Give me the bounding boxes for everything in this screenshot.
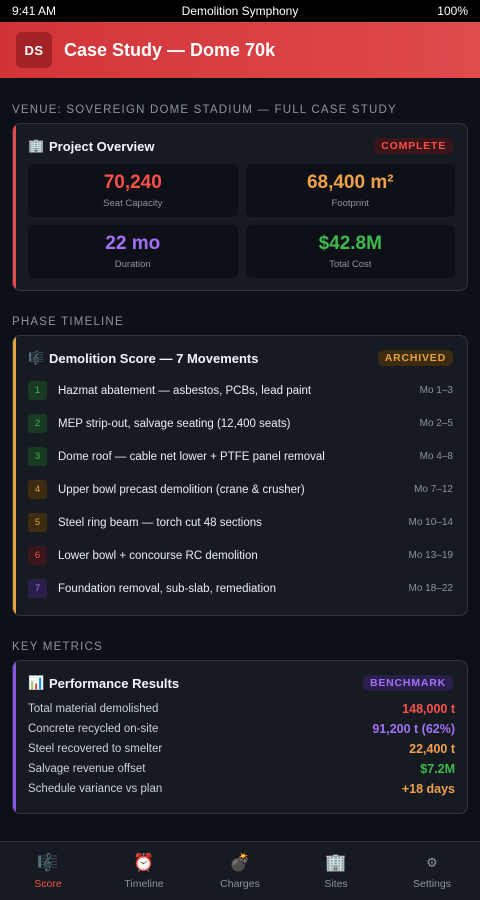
venue-label: Venue: Sovereign Dome Stadium — Full Cas… <box>12 104 397 116</box>
demolition-score-title: 🎼 Demolition Score — 7 Movements <box>28 350 259 366</box>
performance-results-card: 📊 Performance Results BENCHMARK Total ma… <box>12 660 468 814</box>
tab-label: Settings <box>413 877 451 890</box>
stat-value: $42.8M <box>318 233 382 254</box>
phase-description: Lower bowl + concourse RC demolition <box>58 549 258 562</box>
stat-value: 22 mo <box>105 233 161 254</box>
bomb-icon: 💣 <box>229 852 251 872</box>
phase-description: Dome roof — cable net lower + PTFE panel… <box>58 450 325 463</box>
phase-row[interactable]: 2 MEP strip-out, salvage seating (12,400… <box>28 407 453 440</box>
stat-seat-capacity: 70,240 Seat Capacity <box>28 164 238 217</box>
metric-label: Salvage revenue offset <box>28 763 146 775</box>
tab-label: Charges <box>220 877 260 890</box>
tab-sites[interactable]: 🏢 Sites <box>288 842 384 900</box>
tab-timeline[interactable]: ⏰ Timeline <box>96 842 192 900</box>
phase-months: Mo 18–22 <box>408 583 453 594</box>
stat-total-cost: $42.8M Total Cost <box>245 225 455 278</box>
phase-number: 4 <box>28 480 47 499</box>
metric-value: $7.2M <box>420 762 455 776</box>
status-battery: 100% <box>437 4 468 18</box>
metrics-list: Total material demolished 148,000 t Conc… <box>13 697 467 813</box>
phase-months: Mo 10–14 <box>408 517 453 528</box>
archived-badge: ARCHIVED <box>377 350 453 366</box>
phase-row[interactable]: 5 Steel ring beam — torch cut 48 section… <box>28 506 453 539</box>
tab-settings[interactable]: ⚙ Settings <box>384 842 480 900</box>
building-icon: 🏢 <box>325 852 347 872</box>
phase-number: 5 <box>28 513 47 532</box>
stat-value: 70,240 <box>103 172 162 193</box>
tab-label: Sites <box>324 877 348 890</box>
phase-description: Foundation removal, sub-slab, remediatio… <box>58 582 276 595</box>
tab-bar: 🎼 Score ⏰ Timeline 💣 Charges 🏢 Sites ⚙ S… <box>0 841 480 900</box>
phase-number: 3 <box>28 447 47 466</box>
metric-value: 91,200 t (62%) <box>372 722 455 736</box>
phase-description: Hazmat abatement — asbestos, PCBs, lead … <box>58 384 312 397</box>
status-time: 9:41 AM <box>12 4 57 18</box>
stat-label: Seat Capacity <box>103 198 163 209</box>
demolition-score-card: 🎼 Demolition Score — 7 Movements ARCHIVE… <box>12 335 468 616</box>
phase-number: 1 <box>28 381 47 400</box>
status-bar: 9:41 AM Demolition Symphony 100% <box>0 0 480 22</box>
tab-label: Timeline <box>124 877 164 890</box>
metric-value: +18 days <box>401 782 455 796</box>
main-content: Venue: Sovereign Dome Stadium — Full Cas… <box>0 104 480 814</box>
project-overview-card: 🏢 Project Overview COMPLETE 70,240 Seat … <box>12 123 468 291</box>
phase-months: Mo 2–5 <box>419 418 453 429</box>
phase-months: Mo 13–19 <box>408 550 453 561</box>
stat-value: 68,400 m² <box>306 172 394 193</box>
tab-label: Score <box>34 877 62 890</box>
page-title: Case Study — Dome 70k <box>64 39 276 60</box>
app-header: DS Case Study — Dome 70k <box>0 22 480 78</box>
metric-row: Steel recovered to smelter 22,400 t <box>28 739 455 759</box>
music-score-icon: 🎼 <box>28 350 45 365</box>
phase-months: Mo 4–8 <box>419 451 453 462</box>
stat-label: Total Cost <box>329 259 372 270</box>
status-title: Demolition Symphony <box>181 4 299 18</box>
score-icon: 🎼 <box>37 852 59 872</box>
phase-description: MEP strip-out, salvage seating (12,400 s… <box>58 417 291 430</box>
phase-row[interactable]: 3 Dome roof — cable net lower + PTFE pan… <box>28 440 453 473</box>
phase-description: Steel ring beam — torch cut 48 sections <box>58 516 262 529</box>
metric-row: Salvage revenue offset $7.2M <box>28 759 455 779</box>
metric-value: 148,000 t <box>402 702 455 716</box>
stat-duration: 22 mo Duration <box>28 225 238 278</box>
stat-footprint: 68,400 m² Footprint <box>245 164 455 217</box>
tab-score[interactable]: 🎼 Score <box>0 842 96 900</box>
performance-results-title: 📊 Performance Results <box>28 675 180 691</box>
stat-label: Duration <box>114 259 151 270</box>
phase-months: Mo 1–3 <box>419 385 453 396</box>
metric-label: Total material demolished <box>28 703 159 715</box>
metric-label: Concrete recycled on-site <box>28 723 159 735</box>
bar-chart-icon: 📊 <box>28 675 45 690</box>
alarm-clock-icon: ⏰ <box>133 852 155 872</box>
phase-description: Upper bowl precast demolition (crane & c… <box>58 483 305 496</box>
metric-label: Schedule variance vs plan <box>28 783 163 795</box>
phase-row[interactable]: 7 Foundation removal, sub-slab, remediat… <box>28 572 453 605</box>
status-badge: COMPLETE <box>374 138 453 154</box>
phase-row[interactable]: 1 Hazmat abatement — asbestos, PCBs, lea… <box>28 374 453 407</box>
stat-label: Footprint <box>331 198 370 209</box>
phase-row[interactable]: 4 Upper bowl precast demolition (crane &… <box>28 473 453 506</box>
phase-number: 6 <box>28 546 47 565</box>
phase-list: 1 Hazmat abatement — asbestos, PCBs, lea… <box>13 372 467 615</box>
phase-months: Mo 7–12 <box>414 484 453 495</box>
gear-icon: ⚙ <box>426 854 438 870</box>
metric-row: Schedule variance vs plan +18 days <box>28 779 455 799</box>
phase-number: 2 <box>28 414 47 433</box>
project-overview-title: 🏢 Project Overview <box>28 138 155 154</box>
overview-stats: 70,240 Seat Capacity 68,400 m² Footprint… <box>13 160 467 290</box>
benchmark-badge: BENCHMARK <box>362 675 453 691</box>
phase-row[interactable]: 6 Lower bowl + concourse RC demolition M… <box>28 539 453 572</box>
metric-row: Total material demolished 148,000 t <box>28 699 455 719</box>
building-icon: 🏢 <box>28 138 45 153</box>
key-metrics-label: Key Metrics <box>12 641 103 653</box>
phase-timeline-label: Phase Timeline <box>12 316 124 328</box>
tab-charges[interactable]: 💣 Charges <box>192 842 288 900</box>
metric-value: 22,400 t <box>409 742 455 756</box>
metric-row: Concrete recycled on-site 91,200 t (62%) <box>28 719 455 739</box>
phase-number: 7 <box>28 579 47 598</box>
metric-label: Steel recovered to smelter <box>28 743 163 755</box>
app-logo: DS <box>16 32 52 68</box>
